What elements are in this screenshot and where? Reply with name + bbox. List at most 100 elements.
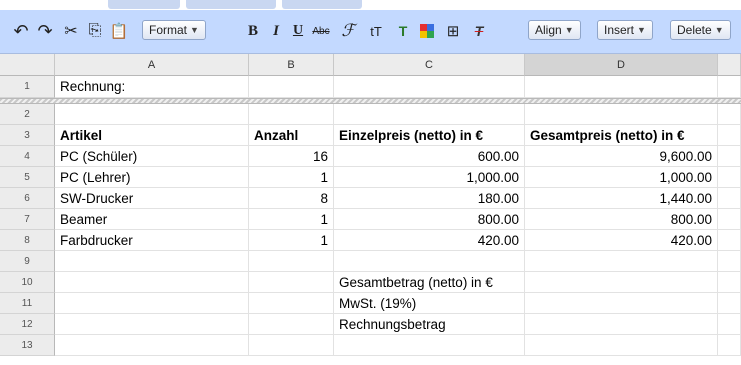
cell-c13[interactable] <box>334 335 525 356</box>
borders-icon[interactable]: ⊞ <box>442 20 464 42</box>
cell-e8[interactable] <box>718 230 741 251</box>
cell-e9[interactable] <box>718 251 741 272</box>
cell-e2[interactable] <box>718 104 741 125</box>
row-header[interactable]: 8 <box>0 230 55 251</box>
bold-icon[interactable]: B <box>244 20 262 42</box>
cell-c11[interactable]: MwSt. (19%) <box>334 293 525 314</box>
cell-a3[interactable]: Artikel <box>55 125 249 146</box>
column-header-e[interactable] <box>718 54 741 76</box>
cell-e7[interactable] <box>718 209 741 230</box>
cut-icon[interactable]: ✂ <box>60 20 82 42</box>
cell-c12[interactable]: Rechnungsbetrag <box>334 314 525 335</box>
cell-b13[interactable] <box>249 335 334 356</box>
cell-d11[interactable] <box>525 293 718 314</box>
cell-a9[interactable] <box>55 251 249 272</box>
cell-b6[interactable]: 8 <box>249 188 334 209</box>
cell-b8[interactable]: 1 <box>249 230 334 251</box>
cell-e13[interactable] <box>718 335 741 356</box>
cell-d3[interactable]: Gesamtpreis (netto) in € <box>525 125 718 146</box>
underline-icon[interactable]: U <box>290 20 306 42</box>
cell-e11[interactable] <box>718 293 741 314</box>
cell-d13[interactable] <box>525 335 718 356</box>
row-header[interactable]: 6 <box>0 188 55 209</box>
cell-d12[interactable] <box>525 314 718 335</box>
undo-icon[interactable]: ↶ <box>10 20 32 42</box>
cell-e6[interactable] <box>718 188 741 209</box>
cell-b1[interactable] <box>249 76 334 98</box>
cell-d8[interactable]: 420.00 <box>525 230 718 251</box>
cell-b5[interactable]: 1 <box>249 167 334 188</box>
column-header-c[interactable]: C <box>334 54 525 76</box>
cell-d4[interactable]: 9,600.00 <box>525 146 718 167</box>
cell-e1[interactable] <box>718 76 741 98</box>
cell-a1[interactable]: Rechnung: <box>55 76 249 98</box>
clear-format-icon[interactable]: T <box>468 20 490 42</box>
row-header[interactable]: 3 <box>0 125 55 146</box>
cell-b11[interactable] <box>249 293 334 314</box>
strikethrough-icon[interactable]: Abc <box>310 20 332 42</box>
row-header[interactable]: 2 <box>0 104 55 125</box>
row-header[interactable]: 5 <box>0 167 55 188</box>
cell-e10[interactable] <box>718 272 741 293</box>
cell-c5[interactable]: 1,000.00 <box>334 167 525 188</box>
format-menu-button[interactable]: Format ▼ <box>142 20 206 40</box>
cell-e5[interactable] <box>718 167 741 188</box>
align-menu-button[interactable]: Align ▼ <box>528 20 581 40</box>
cell-d9[interactable] <box>525 251 718 272</box>
tab-stub[interactable] <box>282 0 362 9</box>
column-header-d[interactable]: D <box>525 54 718 76</box>
row-header[interactable]: 12 <box>0 314 55 335</box>
cell-d6[interactable]: 1,440.00 <box>525 188 718 209</box>
column-header-b[interactable]: B <box>249 54 334 76</box>
cell-d5[interactable]: 1,000.00 <box>525 167 718 188</box>
paste-icon[interactable]: 📋 <box>108 20 130 42</box>
font-family-icon[interactable]: ℱ <box>335 20 361 42</box>
insert-menu-button[interactable]: Insert ▼ <box>597 20 653 40</box>
delete-menu-button[interactable]: Delete ▼ <box>670 20 731 40</box>
cell-b10[interactable] <box>249 272 334 293</box>
text-color-icon[interactable]: T <box>392 20 414 42</box>
cell-c7[interactable]: 800.00 <box>334 209 525 230</box>
row-header[interactable]: 11 <box>0 293 55 314</box>
cell-d1[interactable] <box>525 76 718 98</box>
cell-b3[interactable]: Anzahl <box>249 125 334 146</box>
cell-a13[interactable] <box>55 335 249 356</box>
cell-a11[interactable] <box>55 293 249 314</box>
cell-c8[interactable]: 420.00 <box>334 230 525 251</box>
copy-icon[interactable]: ⎘ <box>84 20 106 42</box>
cell-d2[interactable] <box>525 104 718 125</box>
row-header[interactable]: 9 <box>0 251 55 272</box>
cell-c4[interactable]: 600.00 <box>334 146 525 167</box>
row-header[interactable]: 4 <box>0 146 55 167</box>
cell-e12[interactable] <box>718 314 741 335</box>
tab-stub[interactable] <box>186 0 276 9</box>
cell-a12[interactable] <box>55 314 249 335</box>
cell-b4[interactable]: 16 <box>249 146 334 167</box>
cell-c9[interactable] <box>334 251 525 272</box>
cell-b7[interactable]: 1 <box>249 209 334 230</box>
row-header[interactable]: 13 <box>0 335 55 356</box>
cell-b2[interactable] <box>249 104 334 125</box>
row-header[interactable]: 7 <box>0 209 55 230</box>
cell-a4[interactable]: PC (Schüler) <box>55 146 249 167</box>
cell-c10[interactable]: Gesamtbetrag (netto) in € <box>334 272 525 293</box>
cell-a6[interactable]: SW-Drucker <box>55 188 249 209</box>
cell-e3[interactable] <box>718 125 741 146</box>
cell-a7[interactable]: Beamer <box>55 209 249 230</box>
fill-color-icon[interactable] <box>416 20 438 42</box>
cell-c2[interactable] <box>334 104 525 125</box>
select-all-corner[interactable] <box>0 54 55 76</box>
row-header[interactable]: 10 <box>0 272 55 293</box>
cell-c1[interactable] <box>334 76 525 98</box>
redo-icon[interactable]: ↷ <box>34 20 56 42</box>
cell-e4[interactable] <box>718 146 741 167</box>
row-header[interactable]: 1 <box>0 76 55 98</box>
cell-b12[interactable] <box>249 314 334 335</box>
cell-a2[interactable] <box>55 104 249 125</box>
cell-a5[interactable]: PC (Lehrer) <box>55 167 249 188</box>
cell-d10[interactable] <box>525 272 718 293</box>
cell-c3[interactable]: Einzelpreis (netto) in € <box>334 125 525 146</box>
cell-d7[interactable]: 800.00 <box>525 209 718 230</box>
italic-icon[interactable]: I <box>268 20 284 42</box>
column-header-a[interactable]: A <box>55 54 249 76</box>
